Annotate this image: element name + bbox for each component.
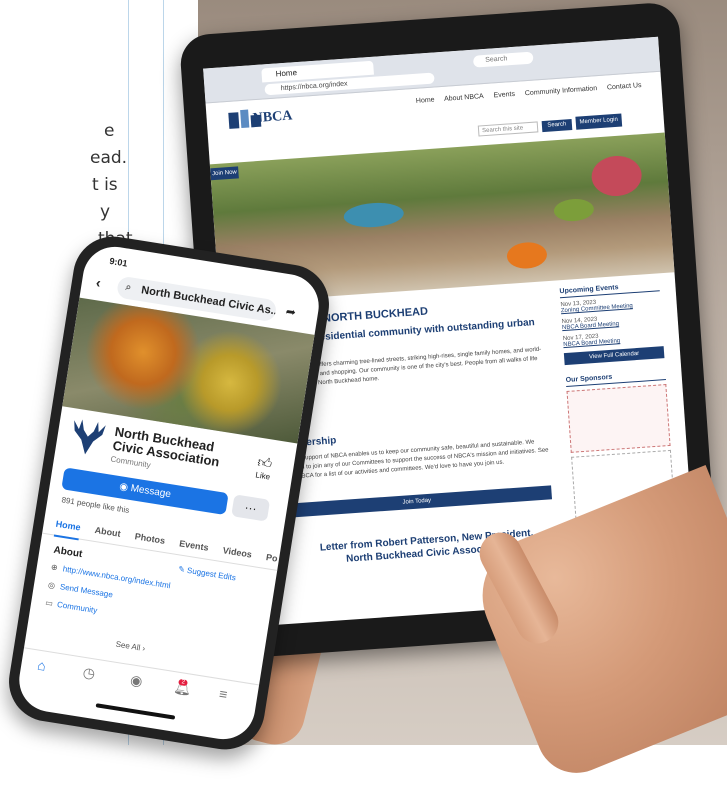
marketplace-icon[interactable]: ◉ [129,671,144,690]
sponsor-ad[interactable] [566,384,671,453]
watch-icon[interactable]: ◷ [82,664,97,683]
search-button[interactable]: Search [541,119,573,133]
about-row-category[interactable]: ▭ Community [45,598,98,615]
tab-photos[interactable]: Photos [133,525,167,552]
nav-item[interactable]: Home [416,97,435,105]
more-button[interactable]: ··· [231,494,271,522]
menu-icon[interactable]: ≡ [218,685,229,702]
bg-line: t is [92,175,118,195]
see-all-label: See All [115,639,142,653]
nav-item[interactable]: Events [493,91,515,99]
bg-line: e [104,121,115,141]
nav-item[interactable]: Community Information [525,85,598,97]
page-tabs: Home About Photos Events Videos Po [42,510,281,571]
tab-posts[interactable]: Po [264,546,279,570]
bg-line: ead. [90,148,128,168]
event-item[interactable]: Nov 13, 2023 Zoning Committee Meeting [560,295,661,314]
home-indicator [95,703,176,720]
join-now-button[interactable]: Join Now [210,166,239,181]
event-item[interactable]: Nov 14, 2023 NBCA Board Meeting [561,312,662,331]
view-calendar-button[interactable]: View Full Calendar [563,346,665,366]
flower-shape [590,154,643,198]
deer-logo-icon [64,411,112,462]
tab-about[interactable]: About [93,519,122,545]
see-all-link[interactable]: See All › [115,640,146,654]
pumpkin-shape [506,241,548,270]
bottom-nav: ⌂ ◷ ◉ 🔔︎ 2 ≡ [18,647,260,718]
logo-text: NBCA [252,108,293,127]
chevron-right-icon: › [139,643,146,654]
planter-shape [553,197,595,223]
about-row-text: Send Message [59,582,114,600]
nav-item[interactable]: Contact Us [607,82,642,91]
nav-item[interactable]: About NBCA [444,93,484,103]
bg-line: y [100,202,111,222]
site-search-input[interactable]: Search this site [477,121,539,137]
member-login-button[interactable]: Member Login [575,113,623,130]
suggest-edits-label: Suggest Edits [186,565,237,583]
home-icon[interactable]: ⌂ [36,657,47,674]
suggest-edits-link[interactable]: ✎ Suggest Edits [178,564,237,582]
share-icon[interactable]: ➦ [285,304,297,319]
tab-home[interactable]: Home [53,512,83,541]
browser-toolbar: Home https://nbca.org/index Search [203,36,661,104]
like-button[interactable]: 👍︎ Like [249,453,279,483]
tab-events[interactable]: Events [178,532,211,558]
event-item[interactable]: Nov 17, 2023 NBCA Board Meeting [563,329,664,348]
browser-search[interactable]: Search [472,51,534,68]
message-label: Message [129,483,172,501]
tab-videos[interactable]: Videos [221,539,253,565]
planter-shape [342,200,405,230]
about-row-text: Community [56,599,98,616]
status-time: 9:01 [108,255,129,269]
about-heading: About [52,544,84,561]
search-icon: ⌕ [124,281,133,294]
join-today-button[interactable]: Join Today [281,485,553,519]
back-icon[interactable]: ‹ [95,274,102,291]
about-row-message[interactable]: ◎ Send Message [47,580,113,599]
